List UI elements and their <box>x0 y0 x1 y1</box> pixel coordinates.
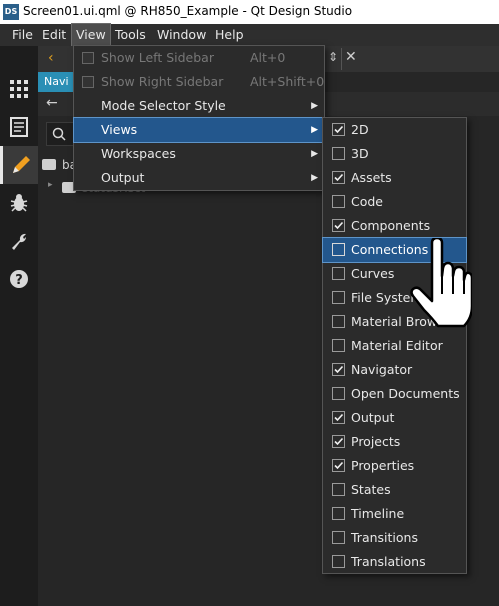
checkbox[interactable] <box>332 291 345 304</box>
checkbox[interactable] <box>332 435 345 448</box>
menu-item-view-transitions[interactable]: Transitions <box>323 526 466 550</box>
checkbox[interactable] <box>332 363 345 376</box>
menu-item-view-code[interactable]: Code <box>323 190 466 214</box>
checkbox[interactable] <box>332 267 345 280</box>
checkbox[interactable] <box>332 459 345 472</box>
shortcut-label: Alt+0 <box>250 50 286 65</box>
sidebar-right-icon <box>82 76 94 88</box>
title-bar: DS Screen01.ui.qml @ RH850_Example - Qt … <box>0 0 499 24</box>
menu-item-workspaces[interactable]: Workspaces ▶ <box>74 142 324 166</box>
view-menu: Show Left Sidebar Alt+0 Show Right Sideb… <box>73 45 325 191</box>
help-icon[interactable]: ? <box>0 260 38 298</box>
checkbox[interactable] <box>332 195 345 208</box>
checkbox[interactable] <box>332 243 345 256</box>
checkbox[interactable] <box>332 387 345 400</box>
menu-item-view-components[interactable]: Components <box>323 214 466 238</box>
menu-item-label: Navigator <box>351 362 413 377</box>
menu-item-label: Mode Selector Style <box>101 98 226 113</box>
menu-item-label: Open Documents <box>351 386 460 401</box>
menu-item-label: Transitions <box>351 530 418 545</box>
menu-item-show-right-sidebar[interactable]: Show Right Sidebar Alt+Shift+0 <box>74 70 324 94</box>
menu-item-output[interactable]: Output ▶ <box>74 166 324 190</box>
expand-arrow-icon[interactable]: ▸ <box>48 180 53 190</box>
menu-item-mode-selector-style[interactable]: Mode Selector Style ▶ <box>74 94 324 118</box>
menu-item-view-translations[interactable]: Translations <box>323 550 466 574</box>
checkbox[interactable] <box>332 531 345 544</box>
search-icon <box>52 127 66 141</box>
menu-item-label: Workspaces <box>101 146 176 161</box>
menu-item-view-projects[interactable]: Projects <box>323 430 466 454</box>
menu-item-view-navigator[interactable]: Navigator <box>323 358 466 382</box>
menu-item-label: Show Left Sidebar <box>101 50 214 65</box>
menu-edit[interactable]: Edit <box>38 24 70 46</box>
bug-icon[interactable] <box>0 184 38 222</box>
menu-item-view-material-editor[interactable]: Material Editor <box>323 334 466 358</box>
checkbox[interactable] <box>332 339 345 352</box>
checkbox[interactable] <box>332 219 345 232</box>
menu-item-view-output[interactable]: Output <box>323 406 466 430</box>
window-title: Screen01.ui.qml @ RH850_Example - Qt Des… <box>23 4 353 18</box>
submenu-arrow-icon: ▶ <box>311 173 318 183</box>
menu-item-label: Code <box>351 194 384 209</box>
menu-item-label: 3D <box>351 146 369 161</box>
checkbox[interactable] <box>332 171 345 184</box>
menu-item-label: Components <box>351 218 431 233</box>
menu-item-view-open-documents[interactable]: Open Documents <box>323 382 466 406</box>
back-arrow-icon[interactable]: ‹ <box>48 50 54 66</box>
menu-view[interactable]: View <box>71 23 111 47</box>
app-icon: DS <box>3 4 19 20</box>
checkbox[interactable] <box>332 147 345 160</box>
menu-item-label: Projects <box>351 434 401 449</box>
shortcut-label: Alt+Shift+0 <box>250 74 325 89</box>
split-toggle-icon[interactable]: ⇕ <box>328 50 338 64</box>
menu-item-label: Show Right Sidebar <box>101 74 224 89</box>
menu-item-label: Timeline <box>351 506 405 521</box>
menu-item-label: States <box>351 482 391 497</box>
menu-file[interactable]: File <box>8 24 37 46</box>
submenu-arrow-icon: ▶ <box>311 101 318 111</box>
checkbox[interactable] <box>332 411 345 424</box>
svg-text:?: ? <box>15 273 23 288</box>
pencil-icon[interactable] <box>0 146 38 184</box>
menu-item-label: Assets <box>351 170 392 185</box>
menu-item-label: Material Editor <box>351 338 443 353</box>
menu-item-label: 2D <box>351 122 369 137</box>
menu-item-view-properties[interactable]: Properties <box>323 454 466 478</box>
menu-item-label: Views <box>101 122 138 137</box>
menu-item-view-assets[interactable]: Assets <box>323 166 466 190</box>
menu-item-show-left-sidebar[interactable]: Show Left Sidebar Alt+0 <box>74 46 324 70</box>
menu-bar: File Edit View Tools Window Help <box>0 23 499 47</box>
arrow-left-icon[interactable]: ← <box>46 95 58 111</box>
menu-help[interactable]: Help <box>211 24 248 46</box>
menu-item-label: Curves <box>351 266 395 281</box>
document-icon[interactable] <box>0 108 38 146</box>
mode-selector-sidebar: ? <box>0 46 38 606</box>
close-icon[interactable]: ✕ <box>345 49 357 65</box>
menu-window[interactable]: Window <box>153 24 210 46</box>
menu-item-views[interactable]: Views ▶ <box>73 117 325 143</box>
sidebar-left-icon <box>82 52 94 64</box>
folder-icon <box>42 159 56 170</box>
menu-item-label: Output <box>101 170 145 185</box>
menu-item-view-3d[interactable]: 3D <box>323 142 466 166</box>
submenu-arrow-icon: ▶ <box>311 149 318 159</box>
menu-item-label: Output <box>351 410 395 425</box>
menu-item-label: Translations <box>351 554 426 569</box>
checkbox[interactable] <box>332 315 345 328</box>
submenu-arrow-icon: ▶ <box>311 125 318 135</box>
menu-item-view-timeline[interactable]: Timeline <box>323 502 466 526</box>
checkbox[interactable] <box>332 483 345 496</box>
views-submenu: 2D 3D Assets Code Components Connections Curve… <box>322 117 467 574</box>
checkbox[interactable] <box>332 555 345 568</box>
hand-cursor-icon <box>410 238 472 328</box>
grid-icon[interactable] <box>0 70 38 108</box>
toolbar-divider <box>341 48 342 70</box>
menu-item-label: Properties <box>351 458 415 473</box>
menu-item-view-2d[interactable]: 2D <box>323 118 466 142</box>
menu-item-view-states[interactable]: States <box>323 478 466 502</box>
menu-tools[interactable]: Tools <box>111 24 150 46</box>
checkbox[interactable] <box>332 123 345 136</box>
wrench-icon[interactable] <box>0 222 38 260</box>
checkbox[interactable] <box>332 507 345 520</box>
